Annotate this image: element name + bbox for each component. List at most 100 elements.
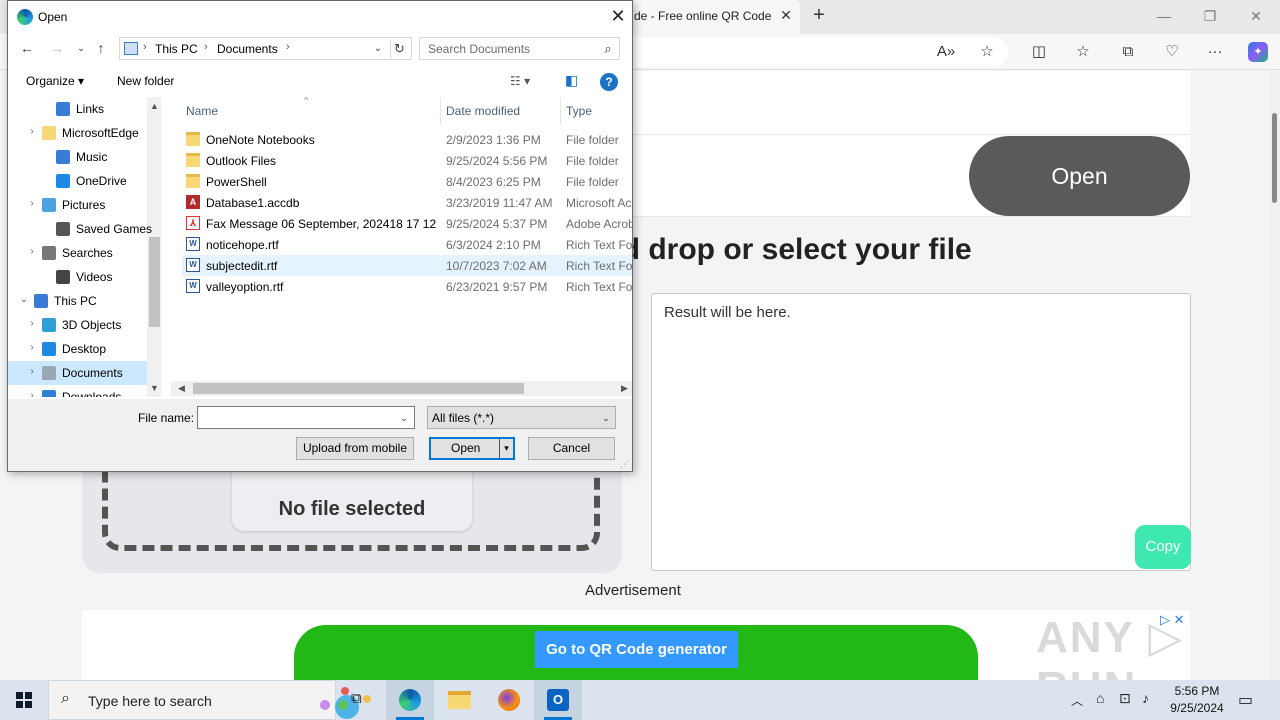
search-box[interactable]: ⌕ (419, 37, 620, 60)
nav-item[interactable]: OneDrive (8, 169, 147, 193)
notification-icon[interactable]: ▭ (1238, 690, 1253, 710)
help-icon[interactable]: ? (600, 73, 618, 91)
nav-item[interactable]: › 3D Objects (8, 313, 147, 337)
expand-chevron-icon[interactable]: › (26, 318, 38, 329)
path-chevron-icon[interactable]: › (286, 41, 290, 53)
path-chevron-icon[interactable]: › (204, 41, 208, 53)
nav-item[interactable]: › Downloads (8, 385, 147, 397)
file-row[interactable]: Wsubjectedit.rtf 10/7/2023 7:02 AM Rich Te… (182, 255, 632, 276)
nav-item[interactable]: Saved Games (8, 217, 152, 241)
path-segment-documents[interactable]: Documents (217, 42, 278, 56)
performance-icon[interactable]: ♡ (1162, 42, 1182, 62)
window-close-button[interactable]: ✕ (1244, 6, 1268, 26)
read-aloud-icon[interactable]: A» (936, 42, 956, 62)
path-dropdown-icon[interactable]: ⌄ (371, 40, 385, 58)
taskbar-edge[interactable] (386, 680, 434, 720)
search-icon[interactable]: ⌕ (600, 40, 616, 58)
expand-chevron-icon[interactable]: › (26, 126, 38, 137)
file-list-hscrollbar[interactable]: ◀ ▶ (171, 381, 632, 396)
page-scroll-thumb[interactable] (1272, 113, 1277, 203)
forward-arrow-icon[interactable]: → (48, 38, 66, 58)
file-type-select[interactable]: All files (*.*) ⌄ (427, 406, 616, 429)
path-segment-this-pc[interactable]: This PC (155, 42, 198, 56)
column-header-date[interactable]: Date modified (446, 104, 520, 118)
favorites-icon[interactable]: ☆ (1073, 42, 1093, 62)
resize-grip-icon[interactable]: ⋰ (620, 459, 630, 469)
path-bar[interactable]: › This PC › Documents › ⌄ ↻ (119, 37, 412, 60)
expand-chevron-icon[interactable]: › (26, 366, 38, 377)
split-screen-icon[interactable]: ◫ (1029, 42, 1049, 62)
more-icon[interactable]: ··· (1205, 42, 1225, 62)
copy-button[interactable]: Copy (1135, 525, 1191, 569)
column-header-name[interactable]: Name (186, 104, 218, 118)
dialog-close-button[interactable]: ✕ (608, 5, 628, 27)
device-icon[interactable]: ⌂ (1096, 690, 1104, 706)
dialog-titlebar[interactable]: Open ✕ (8, 1, 632, 32)
restore-button[interactable]: ❐ (1198, 6, 1222, 26)
preview-pane-icon[interactable]: ◧ (565, 72, 578, 89)
taskbar-search[interactable]: ⌕ Type here to search (48, 680, 371, 720)
up-arrow-icon[interactable]: ↑ (92, 38, 110, 58)
chevron-down-icon[interactable]: ⌄ (598, 410, 614, 426)
nav-scroll-thumb[interactable] (149, 237, 160, 327)
copilot-icon[interactable]: ✦ (1248, 42, 1268, 62)
chevron-down-icon[interactable]: ⌄ (396, 410, 412, 426)
volume-icon[interactable]: ♪ (1142, 690, 1149, 706)
back-arrow-icon[interactable]: ← (18, 38, 36, 58)
page-open-button[interactable]: Open (969, 136, 1190, 216)
path-chevron-icon[interactable]: › (143, 41, 147, 53)
open-split-arrow-icon[interactable]: ▾ (499, 439, 513, 458)
nav-item[interactable]: Links (8, 97, 147, 121)
page-scrollbar[interactable] (1270, 71, 1280, 680)
scroll-right-icon[interactable]: ▶ (617, 381, 632, 395)
recent-locations-icon[interactable]: ⌄ (72, 38, 90, 58)
file-row[interactable]: Wnoticehope.rtf 6/3/2024 2:10 PM Rich Text… (182, 234, 632, 255)
collections-icon[interactable]: ⧉ (1118, 42, 1138, 62)
ad-qr-generator-button[interactable]: Go to QR Code generator (535, 631, 738, 668)
hscroll-thumb[interactable] (193, 383, 524, 394)
taskbar-file-explorer[interactable] (436, 680, 484, 720)
cancel-button[interactable]: Cancel (528, 437, 615, 460)
file-row[interactable]: Outlook Files 9/25/2024 5:56 PM File folde… (182, 150, 632, 171)
nav-item[interactable]: › MicrosoftEdge (8, 121, 147, 145)
file-row[interactable]: A Database1.accdb 3/23/2019 11:47 AM Micros… (182, 192, 632, 213)
expand-chevron-icon[interactable]: › (26, 246, 38, 257)
new-folder-button[interactable]: New folder (117, 74, 174, 88)
tab-close-icon[interactable]: ✕ (778, 7, 794, 23)
nav-item[interactable]: › Documents (8, 361, 147, 385)
expand-chevron-icon[interactable]: › (26, 342, 38, 353)
scroll-left-icon[interactable]: ◀ (174, 381, 189, 395)
file-name-combo[interactable]: ⌄ (197, 406, 415, 429)
expand-chevron-icon[interactable]: ⌄ (18, 294, 30, 305)
nav-item[interactable]: ⌄ This PC (8, 289, 147, 313)
nav-item[interactable]: Music (8, 145, 147, 169)
file-row[interactable]: PowerShell 8/4/2023 6:25 PM File folder (182, 171, 632, 192)
expand-chevron-icon[interactable]: › (26, 390, 38, 397)
view-options-icon[interactable]: ☷ ▾ (510, 74, 530, 88)
nav-item[interactable]: Videos (8, 265, 147, 289)
organize-menu[interactable]: Organize ▾ (26, 74, 84, 88)
minimize-button[interactable]: — (1152, 6, 1176, 26)
column-divider[interactable] (440, 97, 441, 125)
star-icon[interactable]: ☆ (977, 42, 997, 62)
result-textarea[interactable]: Result will be here. (651, 293, 1191, 571)
task-view-button[interactable]: ⧉ (336, 680, 384, 720)
nav-scrollbar[interactable]: ▲ ▼ (147, 97, 161, 397)
open-button[interactable]: Open ▾ (429, 437, 515, 460)
ad-banner[interactable]: Go to QR Code generator ▷ ✕ (82, 610, 1190, 680)
file-row[interactable]: OneNote Notebooks 2/9/2023 1:36 PM File fo… (182, 129, 632, 150)
column-divider[interactable] (560, 97, 561, 125)
file-row[interactable]: ⅄ Fax Message 06 September, 202418 17 12 … (182, 213, 632, 234)
new-tab-button[interactable]: + (808, 4, 830, 28)
file-row[interactable]: Wvalleyoption.rtf 6/23/2021 9:57 PM Rich T… (182, 276, 632, 297)
file-name-input[interactable] (199, 408, 393, 427)
upload-from-mobile-button[interactable]: Upload from mobile (296, 437, 414, 460)
nav-item[interactable]: › Desktop (8, 337, 147, 361)
refresh-icon[interactable]: ↻ (390, 40, 408, 58)
scroll-down-icon[interactable]: ▼ (147, 381, 161, 395)
scroll-up-icon[interactable]: ▲ (147, 99, 161, 113)
column-header-type[interactable]: Type (566, 104, 592, 118)
start-button[interactable] (0, 680, 48, 720)
network-icon[interactable]: ⊡ (1119, 690, 1131, 707)
expand-chevron-icon[interactable]: › (26, 198, 38, 209)
